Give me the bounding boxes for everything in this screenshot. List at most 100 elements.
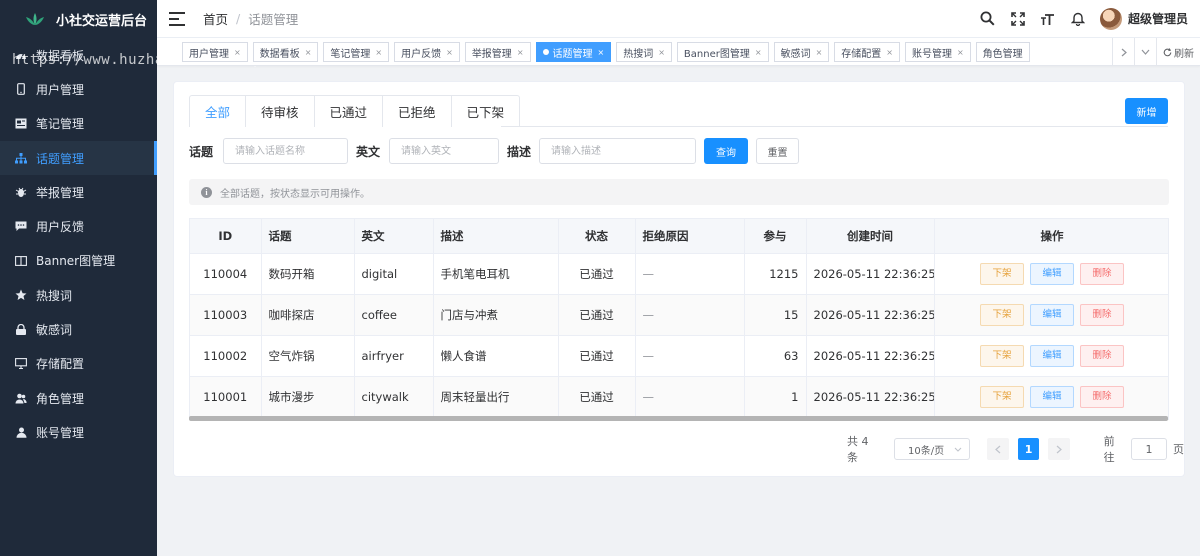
- cell-id: 110003: [190, 294, 262, 336]
- menu-toggle-icon[interactable]: [169, 11, 185, 26]
- topic-search-input[interactable]: [223, 138, 349, 164]
- sidebar-item-roles[interactable]: 角色管理: [0, 381, 157, 415]
- bug-icon: [14, 185, 28, 199]
- col-reason[interactable]: 拒绝原因: [635, 219, 745, 254]
- tag-accounts[interactable]: 账号管理 ×: [904, 42, 971, 62]
- col-english[interactable]: 英文: [354, 219, 434, 254]
- close-icon[interactable]: ×: [658, 48, 665, 57]
- close-icon[interactable]: ×: [446, 48, 453, 57]
- close-icon[interactable]: ×: [305, 48, 312, 57]
- reset-button[interactable]: 重置: [756, 138, 800, 164]
- tags-menu-button[interactable]: [1134, 38, 1156, 66]
- col-participants[interactable]: 参与: [744, 219, 807, 254]
- tab-pending[interactable]: 待审核: [246, 96, 315, 127]
- pagination-total: 共 4 条: [847, 435, 869, 464]
- edit-button[interactable]: 编辑: [1030, 262, 1074, 285]
- tag-banner[interactable]: Banner图管理 ×: [676, 42, 769, 62]
- add-topic-button[interactable]: 新增: [1125, 98, 1168, 124]
- col-desc[interactable]: 描述: [433, 219, 559, 254]
- tag-notes[interactable]: 笔记管理 ×: [323, 42, 390, 62]
- sitemap-icon: [14, 151, 28, 165]
- col-topic[interactable]: 话题: [261, 219, 355, 254]
- col-id[interactable]: ID: [190, 219, 262, 254]
- desc-search-input[interactable]: [539, 138, 697, 164]
- delete-button[interactable]: 删除: [1080, 385, 1124, 408]
- sidebar-item-sensitive-words[interactable]: 敏感词: [0, 312, 157, 346]
- username[interactable]: 超级管理员: [1128, 10, 1188, 27]
- font-size-icon[interactable]: [1040, 11, 1056, 27]
- page-size-select[interactable]: 10条/页: [894, 438, 971, 460]
- breadcrumb-home[interactable]: 首页: [203, 9, 228, 28]
- tag-feedback[interactable]: 用户反馈 ×: [394, 42, 460, 62]
- sidebar-item-banner[interactable]: Banner图管理: [0, 244, 157, 278]
- next-page-button[interactable]: [1048, 438, 1070, 460]
- edit-button[interactable]: 编辑: [1030, 344, 1074, 367]
- close-icon[interactable]: ×: [598, 48, 605, 57]
- search-icon[interactable]: [980, 11, 996, 27]
- refresh-icon: [1163, 47, 1172, 56]
- cell-reason: —: [635, 253, 745, 295]
- avatar[interactable]: [1099, 7, 1122, 30]
- close-icon[interactable]: ×: [755, 48, 762, 57]
- close-icon[interactable]: ×: [375, 48, 382, 57]
- tag-users[interactable]: 用户管理 ×: [182, 42, 248, 62]
- tags-list: 用户管理 × 数据看板 × 笔记管理 × 用户反馈 × 举报管理 × 话题管理 × 热搜词 ×…: [182, 42, 1035, 62]
- page-number-current[interactable]: 1: [1017, 438, 1040, 460]
- sidebar-item-users[interactable]: 用户管理: [0, 72, 157, 106]
- col-status[interactable]: 状态: [558, 219, 636, 254]
- mobile-icon: [14, 82, 28, 96]
- sidebar-item-storage[interactable]: 存储配置: [0, 347, 157, 381]
- tag-storage[interactable]: 存储配置 ×: [834, 42, 900, 62]
- tab-approved[interactable]: 已通过: [315, 96, 384, 127]
- offline-button[interactable]: 下架: [980, 385, 1024, 408]
- sidebar-item-dashboard[interactable]: 数据看板: [0, 38, 157, 72]
- delete-button[interactable]: 删除: [1080, 262, 1124, 285]
- tag-topics[interactable]: 话题管理 ×: [535, 42, 612, 62]
- refresh-button[interactable]: 刷新: [1156, 38, 1200, 66]
- tag-roles[interactable]: 角色管理: [975, 42, 1030, 62]
- bell-icon[interactable]: [1070, 11, 1086, 27]
- cell-created: 2026-05-11 22:36:25: [806, 335, 935, 377]
- tag-reports[interactable]: 举报管理 ×: [464, 42, 531, 62]
- offline-button[interactable]: 下架: [980, 303, 1024, 326]
- close-icon[interactable]: ×: [517, 48, 524, 57]
- filter-bar: 话题 英文 描述 查询 重置: [189, 138, 800, 164]
- sidebar-item-hot-search[interactable]: 热搜词: [0, 278, 157, 312]
- close-icon[interactable]: ×: [234, 48, 241, 57]
- tab-rejected[interactable]: 已拒绝: [383, 96, 452, 127]
- table-row: 110004 数码开箱 digital 手机笔电耳机 已通过 — 1215 20…: [190, 253, 1168, 295]
- col-created[interactable]: 创建时间: [806, 219, 935, 254]
- tag-sensitive-words[interactable]: 敏感词 ×: [773, 42, 830, 62]
- query-button[interactable]: 查询: [704, 138, 749, 164]
- tab-all[interactable]: 全部: [190, 96, 247, 127]
- tag-dashboard[interactable]: 数据看板 ×: [252, 42, 319, 62]
- english-search-input[interactable]: [389, 138, 500, 164]
- tab-offline[interactable]: 已下架: [452, 96, 520, 127]
- sidebar-item-accounts[interactable]: 账号管理: [0, 415, 157, 449]
- delete-button[interactable]: 删除: [1080, 344, 1124, 367]
- tag-hot-search[interactable]: 热搜词 ×: [616, 42, 672, 62]
- sidebar-item-topics[interactable]: 话题管理: [0, 140, 157, 176]
- sidebar-item-reports[interactable]: 举报管理: [0, 175, 157, 209]
- cell-created: 2026-05-11 22:36:25: [806, 253, 935, 295]
- fullscreen-icon[interactable]: [1010, 11, 1026, 27]
- close-icon[interactable]: ×: [957, 48, 964, 57]
- close-icon[interactable]: ×: [886, 48, 893, 57]
- sidebar-item-notes[interactable]: 笔记管理: [0, 107, 157, 141]
- cell-created: 2026-05-11 22:36:25: [806, 294, 935, 336]
- lotus-logo-icon: [26, 13, 44, 25]
- scroll-right-button[interactable]: [1112, 38, 1134, 66]
- app-logo[interactable]: 小社交运营后台: [0, 0, 157, 38]
- table-row: 110003 咖啡探店 coffee 门店与冲煮 已通过 — 15 2026-0…: [190, 294, 1168, 336]
- cell-desc: 懒人食谱: [433, 335, 559, 377]
- goto-page-input[interactable]: [1131, 438, 1167, 460]
- prev-page-button[interactable]: [987, 438, 1009, 460]
- sidebar-item-feedback[interactable]: 用户反馈: [0, 209, 157, 243]
- edit-button[interactable]: 编辑: [1030, 303, 1074, 326]
- delete-button[interactable]: 删除: [1080, 303, 1124, 326]
- close-icon[interactable]: ×: [816, 48, 823, 57]
- offline-button[interactable]: 下架: [980, 262, 1024, 285]
- edit-button[interactable]: 编辑: [1030, 385, 1074, 408]
- offline-button[interactable]: 下架: [980, 344, 1024, 367]
- table-horizontal-scrollbar[interactable]: [189, 416, 1168, 421]
